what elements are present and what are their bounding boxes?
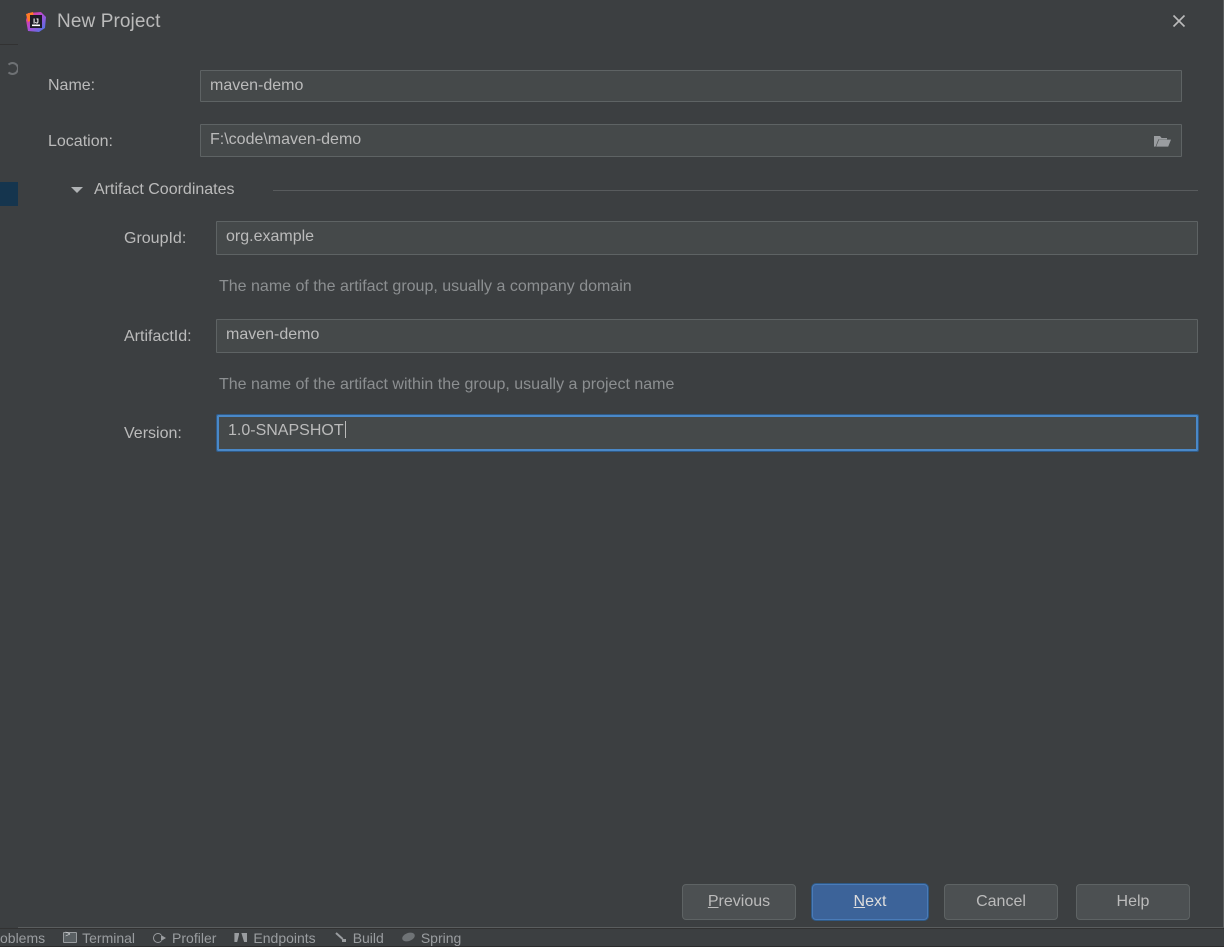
artifact-coordinates-toggle[interactable] <box>68 181 86 199</box>
build-icon <box>334 931 348 944</box>
tool-window-build[interactable]: Build <box>325 929 393 947</box>
endpoints-icon <box>234 931 248 944</box>
cancel-button[interactable]: Cancel <box>944 884 1058 920</box>
location-label: Location: <box>48 132 113 152</box>
close-icon[interactable] <box>1163 5 1195 37</box>
tool-window-problems-label: oblems <box>0 930 45 946</box>
groupid-input[interactable]: org.example <box>216 221 1198 255</box>
profiler-icon <box>153 931 167 944</box>
section-divider <box>273 190 1198 191</box>
location-input[interactable]: F:\code\maven-demo <box>200 124 1182 157</box>
tool-window-terminal-label: Terminal <box>82 930 135 946</box>
dialog-title: New Project <box>57 10 161 34</box>
tool-window-profiler[interactable]: Profiler <box>144 929 225 947</box>
help-button[interactable]: Help <box>1076 884 1190 920</box>
next-button[interactable]: Next <box>812 884 928 920</box>
version-label: Version: <box>124 424 182 444</box>
tool-window-profiler-label: Profiler <box>172 930 216 946</box>
name-input[interactable]: maven-demo <box>200 70 1182 102</box>
name-label: Name: <box>48 76 95 96</box>
ide-left-tool-strip <box>0 0 20 928</box>
version-input[interactable]: 1.0-SNAPSHOT <box>217 415 1198 451</box>
tool-window-endpoints[interactable]: Endpoints <box>225 929 324 947</box>
new-project-dialog: IJ New Project Name: maven-demo Location… <box>18 0 1224 928</box>
intellij-idea-logo-icon: IJ <box>25 11 47 33</box>
tool-window-terminal[interactable]: Terminal <box>54 929 144 947</box>
version-input-value: 1.0-SNAPSHOT <box>228 422 344 439</box>
terminal-icon <box>63 931 77 944</box>
tool-window-spring[interactable]: Spring <box>393 929 470 947</box>
artifactid-label: ArtifactId: <box>124 327 192 347</box>
artifactid-input[interactable]: maven-demo <box>216 319 1198 353</box>
artifactid-hint: The name of the artifact within the grou… <box>219 375 674 395</box>
tool-window-problems[interactable]: oblems <box>0 929 54 947</box>
ide-left-selected-item[interactable] <box>0 182 20 206</box>
divider <box>0 44 20 45</box>
dialog-title-bar: IJ New Project <box>18 0 1224 44</box>
tool-window-endpoints-label: Endpoints <box>253 930 315 946</box>
tool-window-build-label: Build <box>353 930 384 946</box>
next-button-label: ext <box>865 893 886 911</box>
text-caret <box>345 421 346 438</box>
previous-button-mnemonic: P <box>708 893 719 911</box>
folder-icon[interactable] <box>1144 125 1181 156</box>
svg-text:IJ: IJ <box>33 19 39 26</box>
spring-icon <box>402 931 416 944</box>
groupid-label: GroupId: <box>124 229 186 249</box>
next-button-mnemonic: N <box>854 893 866 911</box>
artifact-coordinates-title: Artifact Coordinates <box>94 180 235 200</box>
previous-button-label: revious <box>719 893 771 911</box>
tool-window-bar: oblems Terminal Profiler Endpoints Build… <box>0 928 1224 946</box>
groupid-hint: The name of the artifact group, usually … <box>219 277 632 297</box>
tool-window-spring-label: Spring <box>421 930 461 946</box>
chevron-down-icon <box>71 187 83 193</box>
previous-button[interactable]: Previous <box>682 884 796 920</box>
dialog-footer: Previous Next Cancel Help <box>18 884 1224 928</box>
